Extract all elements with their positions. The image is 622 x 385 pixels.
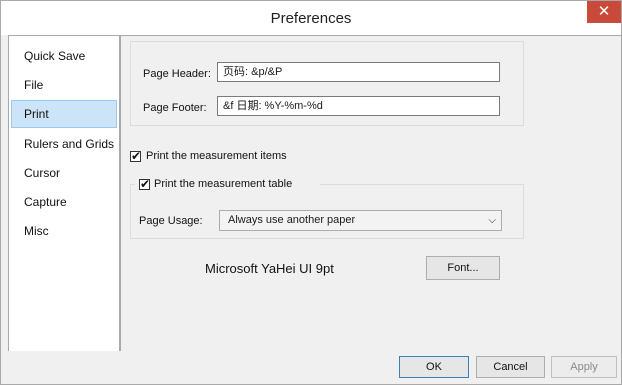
print-measurement-items-label: Print the measurement items — [146, 150, 287, 162]
sidebar-item-file[interactable]: File — [11, 71, 117, 99]
check-icon: ✔ — [131, 149, 142, 163]
sidebar-item-rulers-and-grids[interactable]: Rulers and Grids — [11, 130, 117, 158]
apply-button[interactable]: Apply — [551, 356, 617, 378]
font-name-label: Microsoft YaHei UI 9pt — [205, 261, 334, 276]
sidebar-item-print[interactable]: Print — [11, 100, 117, 128]
category-sidebar: Quick Save File Print Rulers and Grids C… — [8, 35, 120, 353]
preferences-window: Preferences ✕ Quick Save File Print Rule… — [0, 0, 622, 385]
check-icon: ✔ — [140, 177, 151, 191]
page-header-input[interactable]: 页码: &p/&P — [217, 62, 500, 82]
page-footer-label: Page Footer: — [143, 102, 207, 114]
dialog-footer: OK Cancel Apply — [1, 351, 621, 384]
page-footer-input[interactable]: &f 日期: %Y-%m-%d — [217, 96, 500, 116]
print-measurement-table-checkbox[interactable]: ✔ — [139, 177, 151, 191]
page-usage-value: Always use another paper — [228, 214, 356, 226]
close-icon: ✕ — [597, 3, 611, 20]
page-usage-dropdown[interactable]: Always use another paper ⌵ — [219, 210, 502, 231]
ok-button[interactable]: OK — [399, 356, 469, 378]
window-title: Preferences — [270, 10, 352, 27]
page-header-label: Page Header: — [143, 68, 211, 80]
title-bar[interactable]: Preferences ✕ — [1, 1, 621, 35]
page-usage-label: Page Usage: — [139, 215, 203, 227]
print-measurement-table-label: Print the measurement table — [154, 178, 293, 190]
close-button[interactable]: ✕ — [587, 1, 621, 23]
cancel-button[interactable]: Cancel — [476, 356, 545, 378]
print-measurement-items-checkbox[interactable]: ✔ — [130, 149, 142, 163]
sidebar-item-capture[interactable]: Capture — [11, 188, 117, 216]
sidebar-item-quick-save[interactable]: Quick Save — [11, 42, 117, 70]
chevron-down-icon: ⌵ — [488, 215, 496, 226]
font-button[interactable]: Font... — [426, 256, 500, 280]
print-settings-panel: Page Header: 页码: &p/&P Page Footer: &f 日… — [120, 35, 621, 353]
sidebar-item-cursor[interactable]: Cursor — [11, 159, 117, 187]
sidebar-item-misc[interactable]: Misc — [11, 217, 117, 245]
